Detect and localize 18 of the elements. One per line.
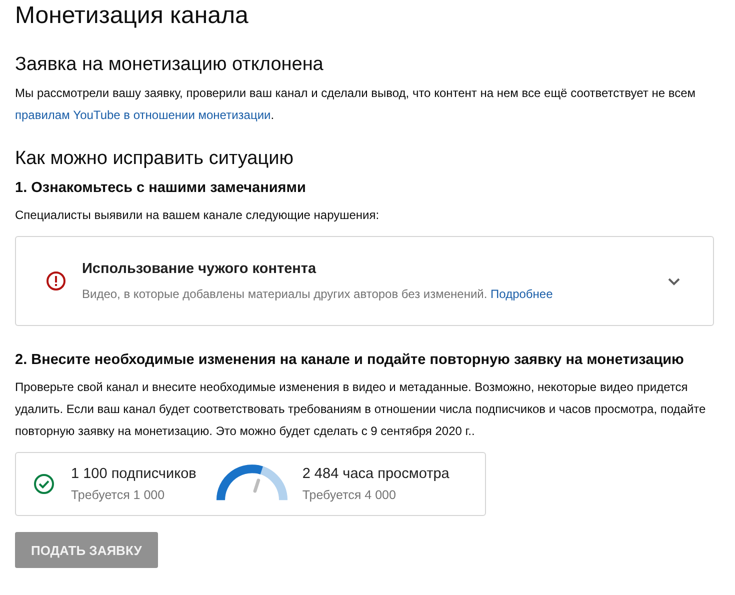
requirement-value: 2 484 часа просмотра [302,466,450,482]
requirement-note: Требуется 1 000 [71,488,166,502]
issue-description: Видео, в которые добавлены материалы других авторов без изменений. Подробнее [82,287,554,301]
page-title: Монетизация канала [15,2,250,30]
issue-title: Использование чужого контента [82,261,318,277]
policy-link[interactable]: правилам YouTube в отношении монетизации [15,108,271,122]
rejection-text: Мы рассмотрели вашу заявку, проверили ваш канал и сделали вывод, что контент на нем все ещё соответствует не всем правилам YouTube в отношении монетизации. [15,85,697,124]
rejection-heading: Заявка на монетизацию отклонена [15,54,324,76]
more-link[interactable]: Подробнее [490,287,553,301]
fix-heading: Как можно исправить ситуацию [15,148,294,170]
requirement-value: 1 100 подписчиков [71,466,196,482]
requirement-note: Требуется 4 000 [302,488,397,502]
warning-icon [46,271,66,291]
check-icon [33,473,55,495]
step-heading: 1. Ознакомьтесь с нашими замечаниями [15,180,307,196]
step-text: Проверьте свой канал и внесите необходимые изменения в видео и метаданные. Возможно, некоторые видео придется удалить. Если ваш канал будет соответствовать требованиям в отношении числа подписчиков и часов просмотра, подайте повторную заявку на монетизацию. Это можно будет сделать с 9 сентября 2020 г.. [15,379,707,440]
step-text: Специалисты выявили на вашем канале следующие нарушения: [15,207,380,224]
step-heading: 2. Внесите необходимые изменения на канале и подайте повторную заявку на монетизацию [15,352,685,368]
